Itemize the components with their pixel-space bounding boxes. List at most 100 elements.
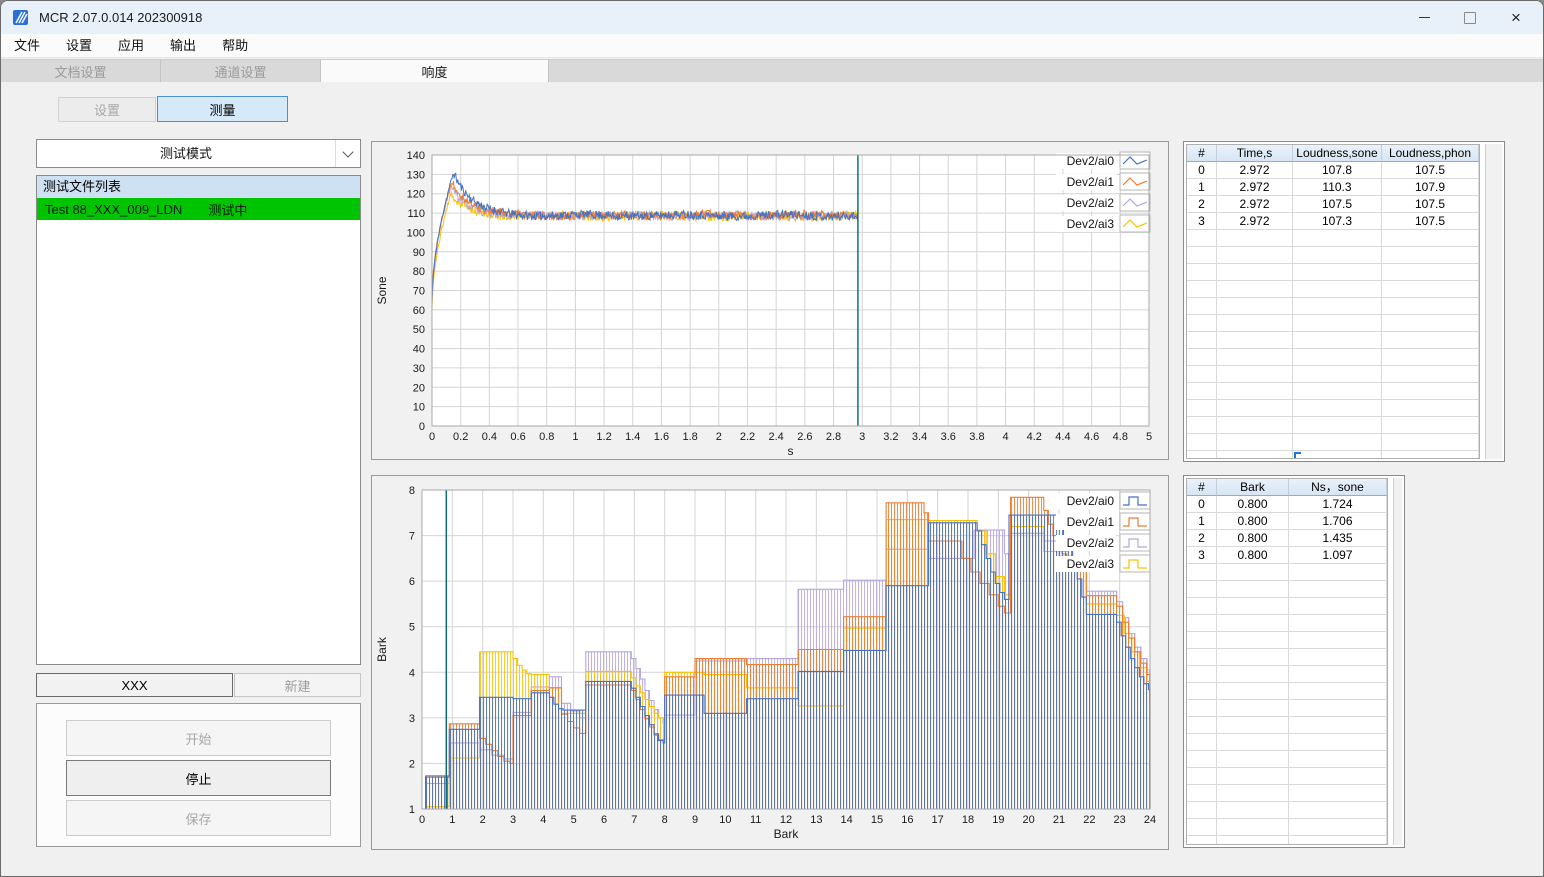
loudness-table-cell-r7c2[interactable]: [1293, 281, 1382, 298]
bark-table-cell-r11c0[interactable]: [1187, 683, 1217, 700]
loudness-table-cell-r16c0[interactable]: [1187, 434, 1217, 451]
bark-table-cell-r6c1[interactable]: [1217, 598, 1289, 615]
bark-table-cell-r2c2[interactable]: 1.435: [1289, 530, 1387, 547]
bark-table-cell-r6c2[interactable]: [1289, 598, 1387, 615]
bark-table-cell-r2c0[interactable]: 2: [1187, 530, 1217, 547]
loudness-table-row[interactable]: [1187, 230, 1479, 247]
loudness-table-row[interactable]: [1187, 298, 1479, 315]
bark-table-cell-r9c0[interactable]: [1187, 649, 1217, 666]
loudness-table-cell-r13c1[interactable]: [1217, 383, 1293, 400]
loudness-table-cell-r8c3[interactable]: [1382, 298, 1479, 315]
loudness-table-cell-r15c3[interactable]: [1382, 417, 1479, 434]
loudness-table-cell-r0c0[interactable]: 0: [1187, 162, 1217, 179]
loudness-table-cell-r3c0[interactable]: 3: [1187, 213, 1217, 230]
bark-table-cell-r12c2[interactable]: [1289, 700, 1387, 717]
loudness-table-cell-r9c2[interactable]: [1293, 315, 1382, 332]
loudness-table-cell-r13c2[interactable]: [1293, 383, 1382, 400]
bark-table-cell-r3c2[interactable]: 1.097: [1289, 547, 1387, 564]
xxx-button[interactable]: XXX: [36, 673, 233, 697]
loudness-table-cell-r14c0[interactable]: [1187, 400, 1217, 417]
bark-table-cell-r10c1[interactable]: [1217, 666, 1289, 683]
loudness-table-cell-r7c1[interactable]: [1217, 281, 1293, 298]
bark-table-cell-r1c0[interactable]: 1: [1187, 513, 1217, 530]
loudness-table-row[interactable]: 2 2.972 107.5 107.5: [1187, 196, 1479, 213]
loudness-table-row[interactable]: 0 2.972 107.8 107.5: [1187, 162, 1479, 179]
bark-table-cell-r20c2[interactable]: [1289, 836, 1387, 844]
loudness-table-cell-r17c3[interactable]: [1382, 451, 1479, 458]
test-mode-select[interactable]: 测试模式: [36, 139, 361, 168]
bark-table-cell-r7c1[interactable]: [1217, 615, 1289, 632]
loudness-table-row[interactable]: [1187, 349, 1479, 366]
tab-loudness[interactable]: 响度: [321, 60, 549, 82]
bark-table-cell-r1c1[interactable]: 0.800: [1217, 513, 1289, 530]
bark-table-cell-r14c2[interactable]: [1289, 734, 1387, 751]
bark-table-cell-r3c0[interactable]: 3: [1187, 547, 1217, 564]
loudness-table-cell-r4c2[interactable]: [1293, 230, 1382, 247]
loudness-table-cell-r13c0[interactable]: [1187, 383, 1217, 400]
bark-table-cell-r19c2[interactable]: [1289, 819, 1387, 836]
loudness-table-cell-r15c2[interactable]: [1293, 417, 1382, 434]
bark-table-cell-r3c1[interactable]: 0.800: [1217, 547, 1289, 564]
tab-document-settings[interactable]: 文档设置: [1, 60, 161, 82]
bark-table-cell-r8c2[interactable]: [1289, 632, 1387, 649]
loudness-table-cell-r7c0[interactable]: [1187, 281, 1217, 298]
loudness-table-cell-r2c1[interactable]: 2.972: [1217, 196, 1293, 213]
loudness-table-cell-r6c1[interactable]: [1217, 264, 1293, 281]
bark-table-row[interactable]: [1187, 836, 1387, 844]
loudness-table-cell-r12c1[interactable]: [1217, 366, 1293, 383]
bark-table-row[interactable]: [1187, 632, 1387, 649]
bark-table-cell-r17c1[interactable]: [1217, 785, 1289, 802]
bark-table-cell-r7c2[interactable]: [1289, 615, 1387, 632]
loudness-table-cell-r14c1[interactable]: [1217, 400, 1293, 417]
bark-table-cell-r17c0[interactable]: [1187, 785, 1217, 802]
loudness-table-row[interactable]: [1187, 417, 1479, 434]
loudness-table-cell-r14c3[interactable]: [1382, 400, 1479, 417]
loudness-table-cell-r10c2[interactable]: [1293, 332, 1382, 349]
loudness-table-cell-r12c3[interactable]: [1382, 366, 1479, 383]
bark-table-cell-r13c2[interactable]: [1289, 717, 1387, 734]
loudness-table-cell-r16c3[interactable]: [1382, 434, 1479, 451]
bark-table-cell-r7c0[interactable]: [1187, 615, 1217, 632]
bark-table-cell-r18c0[interactable]: [1187, 802, 1217, 819]
bark-table-cell-r4c0[interactable]: [1187, 564, 1217, 581]
loudness-table-cell-r1c0[interactable]: 1: [1187, 179, 1217, 196]
bark-table-cell-r0c1[interactable]: 0.800: [1217, 496, 1289, 513]
menu-settings[interactable]: 设置: [53, 34, 105, 57]
loudness-table-row[interactable]: [1187, 281, 1479, 298]
bark-table-row[interactable]: [1187, 734, 1387, 751]
bark-table-cell-r10c2[interactable]: [1289, 666, 1387, 683]
bark-table-cell-r17c2[interactable]: [1289, 785, 1387, 802]
loudness-table-cell-r3c3[interactable]: 107.5: [1382, 213, 1479, 230]
loudness-table-cell-r2c2[interactable]: 107.5: [1293, 196, 1382, 213]
bark-table-row[interactable]: [1187, 802, 1387, 819]
loudness-table-cell-r10c3[interactable]: [1382, 332, 1479, 349]
loudness-table-cell-r2c3[interactable]: 107.5: [1382, 196, 1479, 213]
loudness-table-cell-r6c3[interactable]: [1382, 264, 1479, 281]
bark-table-cell-r14c1[interactable]: [1217, 734, 1289, 751]
bark-table-cell-r5c2[interactable]: [1289, 581, 1387, 598]
loudness-table-cell-r2c0[interactable]: 2: [1187, 196, 1217, 213]
loudness-table-cell-r6c0[interactable]: [1187, 264, 1217, 281]
bark-table-cell-r20c0[interactable]: [1187, 836, 1217, 844]
view-measure-button[interactable]: 测量: [157, 96, 288, 122]
minimize-button[interactable]: [1401, 1, 1447, 34]
loudness-table-row[interactable]: [1187, 332, 1479, 349]
loudness-table-cell-r4c1[interactable]: [1217, 230, 1293, 247]
bark-table-cell-r11c1[interactable]: [1217, 683, 1289, 700]
bark-table-row[interactable]: [1187, 649, 1387, 666]
loudness-table-cell-r11c2[interactable]: [1293, 349, 1382, 366]
loudness-table-row[interactable]: [1187, 400, 1479, 417]
loudness-table-cell-r6c2[interactable]: [1293, 264, 1382, 281]
loudness-table-cell-r4c3[interactable]: [1382, 230, 1479, 247]
bark-table-cell-r9c2[interactable]: [1289, 649, 1387, 666]
bark-table-cell-r4c1[interactable]: [1217, 564, 1289, 581]
loudness-table-row[interactable]: 1 2.972 110.3 107.9: [1187, 179, 1479, 196]
loudness-table-cell-r5c1[interactable]: [1217, 247, 1293, 264]
loudness-table-cell-r10c1[interactable]: [1217, 332, 1293, 349]
loudness-table-row[interactable]: [1187, 451, 1479, 458]
loudness-table-cell-r8c1[interactable]: [1217, 298, 1293, 315]
bark-table-row[interactable]: [1187, 768, 1387, 785]
bark-table-cell-r0c0[interactable]: 0: [1187, 496, 1217, 513]
bark-table-row[interactable]: [1187, 751, 1387, 768]
loudness-table-cell-r15c0[interactable]: [1187, 417, 1217, 434]
